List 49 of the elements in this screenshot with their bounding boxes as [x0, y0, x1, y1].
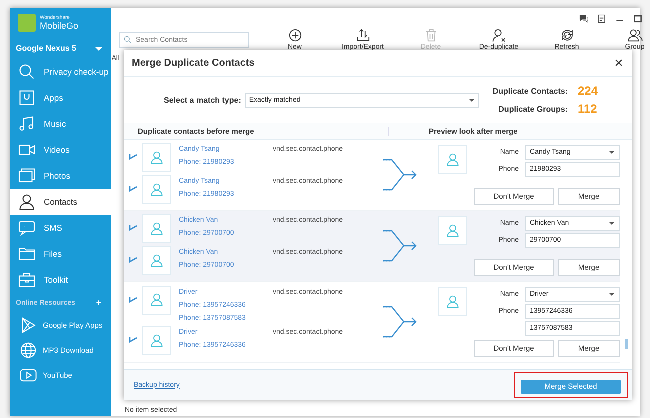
person-icon: [148, 150, 164, 166]
chat-icon: [579, 14, 589, 24]
maximize-icon: [633, 14, 643, 24]
stat-label: Duplicate Groups:: [498, 104, 569, 114]
person-icon: [148, 292, 164, 308]
music-note-icon: [18, 115, 36, 133]
person-icon: [148, 252, 164, 268]
person-icon: [18, 193, 36, 211]
person-icon: [148, 332, 164, 349]
close-icon: [614, 58, 624, 68]
person-icon: [148, 182, 164, 198]
globe-icon: [20, 342, 37, 359]
person-icon: [148, 220, 164, 236]
person-icon: [444, 222, 460, 238]
person-icon: [444, 152, 460, 168]
caret-icon: [95, 46, 103, 50]
scrollbar-thumb[interactable]: [625, 339, 628, 349]
stat-label: Duplicate Contacts:: [492, 86, 569, 96]
folder-icon: [18, 245, 36, 263]
logo-icon: [18, 14, 36, 32]
play-triangle-icon: [20, 317, 37, 334]
checkmark-icon[interactable]: [128, 256, 138, 263]
checkmark-icon[interactable]: [128, 296, 138, 303]
trash-icon: [424, 28, 438, 43]
sidebar-item[interactable]: Contacts: [10, 189, 111, 215]
dialog-title: Merge Duplicate Contacts: [132, 58, 255, 68]
person-remove-icon: [492, 28, 506, 43]
search-icon: [18, 63, 36, 81]
play-button-icon: [20, 367, 37, 384]
plus-circle-icon: [288, 28, 302, 43]
checkmark-icon[interactable]: [128, 336, 138, 344]
people-icon: [628, 28, 642, 43]
match-type-label: Select a match type:: [164, 96, 242, 104]
stat-value: 112: [578, 102, 598, 116]
photos-icon: [18, 167, 36, 185]
checkmark-icon[interactable]: [128, 185, 138, 192]
product-name: MobileGo: [40, 21, 79, 31]
bag-icon: [18, 89, 36, 107]
search-icon: [123, 35, 133, 45]
plus-icon: [95, 299, 103, 307]
person-icon: [444, 294, 460, 310]
import-export-icon: [356, 28, 370, 43]
stat-value: 224: [578, 84, 600, 98]
checkmark-icon[interactable]: [128, 224, 138, 231]
notes-icon: [597, 14, 607, 24]
chat-bubble-icon: [18, 219, 36, 237]
checkmark-icon[interactable]: [128, 153, 138, 160]
refresh-icon: [560, 28, 574, 43]
toolbox-icon: [18, 271, 36, 289]
